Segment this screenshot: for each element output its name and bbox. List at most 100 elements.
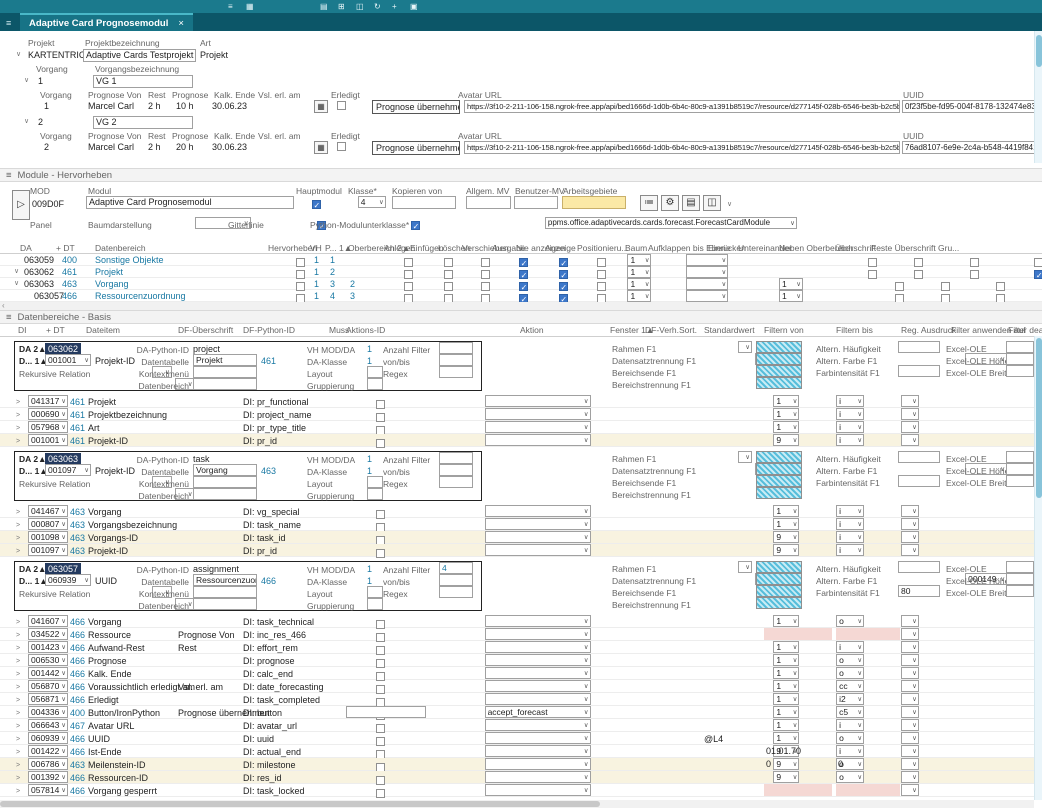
filtern-von-input[interactable] (764, 784, 832, 796)
di-select[interactable]: 001098 (28, 531, 68, 543)
datentabelle-dt-link[interactable]: 466 (261, 575, 276, 587)
sort-select[interactable] (901, 758, 919, 770)
modul-input[interactable]: Adaptive Card Prognosemodul (86, 196, 294, 209)
excel-ole-input[interactable] (1006, 341, 1034, 353)
excel-ole-input[interactable] (1006, 451, 1034, 463)
aktion-select[interactable] (485, 395, 591, 407)
di-select[interactable]: 001422 (28, 745, 68, 757)
dt-link[interactable]: 466 (62, 290, 77, 302)
db-row[interactable]: > 001422 466 Ist-Ende DI: actual_end 9 i… (0, 745, 1042, 758)
filtern-von-input[interactable] (764, 531, 832, 543)
aktion-select[interactable] (485, 505, 591, 517)
dt-link[interactable]: 463 (70, 506, 85, 518)
datensatztrennung-swatch[interactable] (756, 463, 802, 475)
filtern-von-input[interactable] (764, 505, 832, 517)
hamburger-icon[interactable]: ≡ (6, 17, 11, 29)
layout-input[interactable] (367, 586, 383, 598)
scroll-left-icon[interactable]: ‹ (2, 300, 5, 312)
label-da-sort[interactable]: DA 2▲ (19, 563, 46, 575)
filtern-bis-input[interactable] (836, 641, 900, 653)
db-row[interactable]: > 001423 466 Aufwand-Rest Rest DI: effor… (0, 641, 1042, 654)
filtern-bis-input[interactable] (836, 518, 900, 530)
refresh-icon[interactable]: ↻ (374, 0, 381, 13)
prognose-uebernehmen-button[interactable]: Prognose übernehmen (372, 141, 460, 155)
datenbereich-input[interactable] (193, 488, 257, 500)
label-di-sort[interactable]: D... 1▲ (19, 575, 48, 587)
di-select[interactable]: 000807 (28, 518, 68, 530)
db-row[interactable]: > 041467 463 Vorgang DI: vg_special 1 i (0, 505, 1042, 518)
filtern-von-input[interactable] (764, 680, 832, 692)
python-unterklasse-checkbox[interactable] (411, 221, 420, 230)
aktion-select[interactable] (485, 719, 591, 731)
col-df-verh[interactable]: DF-Verh. (645, 324, 679, 336)
anzahl-filter-input[interactable] (439, 452, 473, 464)
datenbereich-link[interactable]: Sonstige Objekte (95, 254, 164, 266)
di-select[interactable]: 001423 (28, 641, 68, 653)
dt-link[interactable]: 461 (70, 409, 85, 421)
aktion-select[interactable]: accept_forecast (485, 706, 591, 718)
filtern-bis-input[interactable] (836, 732, 900, 744)
excel-ole-hoehe-input[interactable] (1006, 463, 1034, 475)
filtern-von-input[interactable] (764, 667, 832, 679)
filtern-von-input[interactable] (764, 771, 832, 783)
sort-select[interactable] (901, 719, 919, 731)
db-row[interactable]: > 056870 466 Voraussichtlich erledigt am… (0, 680, 1042, 693)
sort-select[interactable] (901, 434, 919, 446)
avatar-url-input[interactable]: https://3f10-2-211-106-158.ngrok-free.ap… (464, 100, 900, 113)
di-select[interactable]: 056870 (28, 680, 68, 692)
erledigt-checkbox[interactable] (337, 142, 346, 151)
add-icon[interactable]: + (392, 0, 397, 13)
von-bis-input[interactable] (439, 464, 473, 476)
filtern-bis-input[interactable] (836, 628, 900, 640)
col-aktions-id[interactable]: Aktions-ID (346, 324, 385, 336)
filtern-von-input[interactable] (764, 732, 832, 744)
kontextmenue-input[interactable] (193, 586, 257, 598)
positionierung-select[interactable] (686, 278, 728, 290)
sort-select[interactable] (901, 408, 919, 420)
col-dateitem[interactable]: Dateitem (86, 324, 120, 336)
dt-link[interactable]: 466 (70, 629, 85, 641)
col-ueberschrift[interactable]: Überschrift (835, 242, 876, 254)
db-horizontal-scrollbar[interactable] (0, 800, 1034, 808)
db-row[interactable]: > 034522 466 Ressource Prognose Von DI: … (0, 628, 1042, 641)
db-row[interactable]: > 000807 463 Vorgangsbezeichnung DI: tas… (0, 518, 1042, 531)
filtern-bis-input[interactable] (836, 544, 900, 556)
panel-play-icon[interactable]: ▷ (12, 190, 30, 220)
bereichstrennung-swatch[interactable] (756, 597, 802, 609)
benutzer-mv-input[interactable] (514, 196, 558, 209)
module-grid-row[interactable]: ∨ 063063 463 Vorgang 1 3 2 1 1 (0, 278, 1042, 290)
di-select[interactable]: 001097 (28, 544, 68, 556)
filtern-bis-input[interactable] (836, 615, 900, 627)
rahmen-swatch[interactable] (756, 341, 802, 353)
dt-link[interactable]: 461 (62, 266, 77, 278)
rahmen-select[interactable] (738, 341, 752, 353)
filtern-bis-input[interactable] (836, 408, 900, 420)
sort-select[interactable] (901, 745, 919, 757)
aktion-select[interactable] (485, 784, 591, 796)
dt-link[interactable]: 463 (70, 519, 85, 531)
aktion-select[interactable] (485, 434, 591, 446)
filtern-bis-input[interactable] (836, 667, 900, 679)
db-row[interactable]: > 057968 461 Art DI: pr_type_title 1 i (0, 421, 1042, 434)
dt-link[interactable]: 463 (70, 759, 85, 771)
filtern-bis-input[interactable] (836, 771, 900, 783)
filtern-von-input[interactable]: 0 (764, 758, 832, 770)
datenbereich-input[interactable] (193, 598, 257, 610)
excel-ole-breite-input[interactable] (1006, 365, 1034, 377)
di-select[interactable]: 057814 (28, 784, 68, 796)
hauptmodul-checkbox[interactable] (312, 200, 321, 209)
filtern-bis-input[interactable] (836, 505, 900, 517)
excel-ole-hoehe-input[interactable] (1006, 353, 1034, 365)
dt-link[interactable]: 466 (70, 772, 85, 784)
filtern-von-input[interactable] (764, 408, 832, 420)
menu-icon[interactable]: ≡ (228, 0, 233, 13)
dt-link[interactable]: 466 (70, 655, 85, 667)
di-select[interactable]: 006530 (28, 654, 68, 666)
aktion-select[interactable] (485, 667, 591, 679)
aktion-select[interactable] (485, 628, 591, 640)
filtern-bis-input[interactable] (836, 693, 900, 705)
klasse-select[interactable]: 4 (358, 196, 386, 208)
anzahl-filter-input[interactable]: 4 (439, 562, 473, 574)
col-di[interactable]: DI (18, 324, 27, 336)
label-da-sort[interactable]: DA 2▲ (19, 343, 46, 355)
